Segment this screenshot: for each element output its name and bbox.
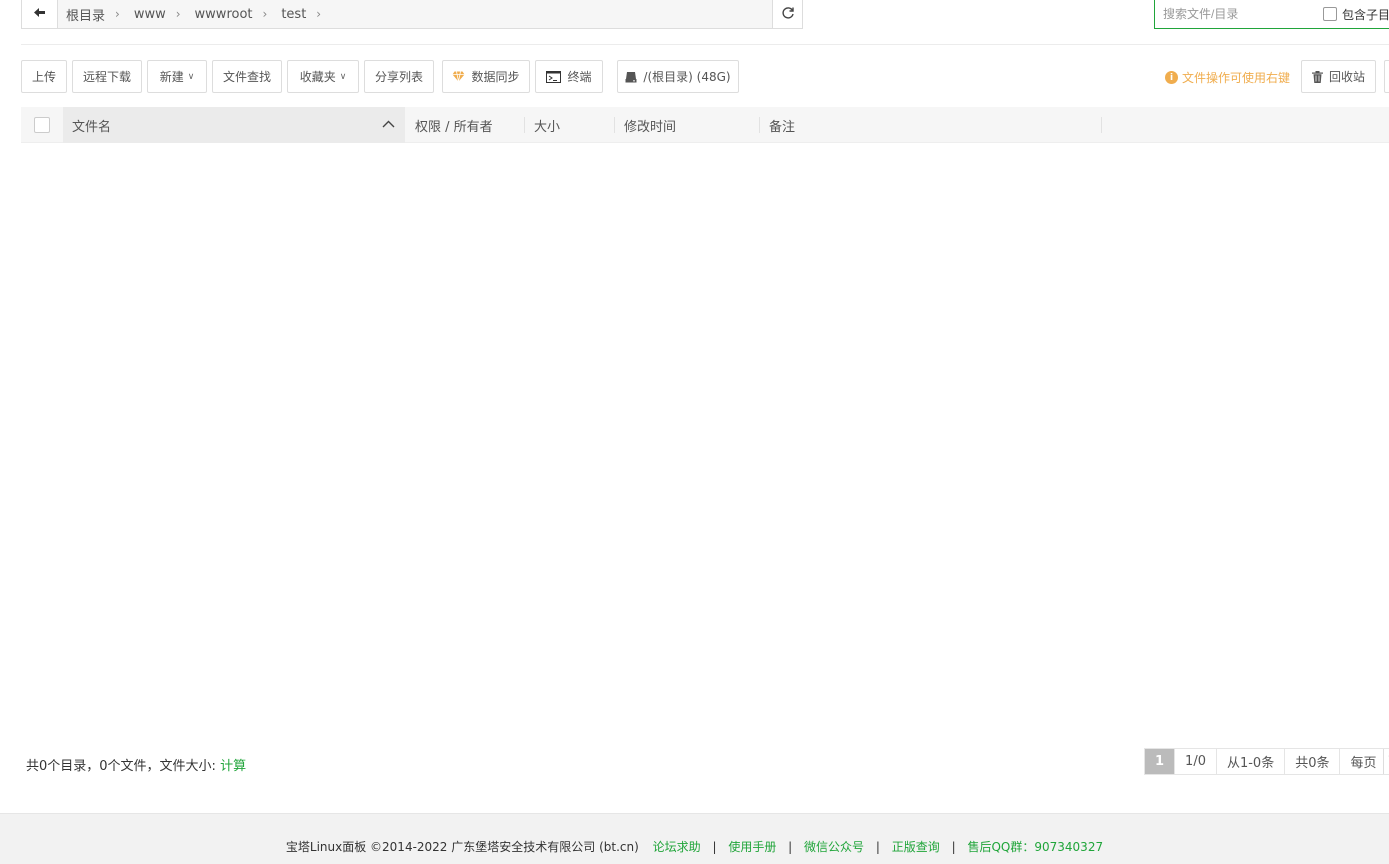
breadcrumb-test[interactable]: test › — [281, 7, 321, 22]
footer-separator: | — [951, 840, 956, 854]
new-button[interactable]: 新建 ∨ — [147, 60, 207, 93]
breadcrumb: 根目录 › www › wwwroot › test › — [58, 0, 772, 28]
chevron-right-icon: › — [262, 7, 268, 21]
arrow-left-icon — [33, 7, 46, 21]
footer-separator: | — [712, 840, 717, 854]
share-list-button[interactable]: 分享列表 — [364, 60, 434, 93]
recycle-bin-button[interactable]: 回收站 — [1301, 60, 1376, 93]
manual-link[interactable]: 使用手册 — [728, 840, 776, 854]
site-footer: 宝塔Linux面板 ©2014-2022 广东堡塔安全技术有限公司 (bt.cn… — [0, 838, 1389, 855]
column-header-permission[interactable]: 权限 / 所有者 — [415, 107, 493, 143]
file-search-box: 包含子目 — [1154, 0, 1389, 29]
per-page-selector[interactable]: 每页 10 — [1340, 749, 1389, 774]
copyright-text: 宝塔Linux面板 ©2014-2022 广东堡塔安全技术有限公司 (bt.cn… — [285, 840, 639, 854]
breadcrumb-wwwroot[interactable]: wwwroot › — [195, 7, 268, 22]
column-header-size[interactable]: 大小 — [534, 107, 560, 143]
favorites-button[interactable]: 收藏夹 ∨ — [287, 60, 359, 93]
column-separator — [524, 117, 525, 133]
upload-button[interactable]: 上传 — [21, 60, 67, 93]
calculate-size-link[interactable]: 计算 — [220, 759, 246, 774]
page-range: 从1-0条 — [1216, 749, 1286, 774]
file-search-button[interactable]: 文件查找 — [212, 60, 282, 93]
refresh-button[interactable] — [772, 0, 802, 28]
column-header-mtime[interactable]: 修改时间 — [624, 107, 676, 143]
search-input[interactable] — [1155, 1, 1323, 27]
column-separator — [1101, 117, 1102, 133]
right-click-tip: i 文件操作可使用右键 — [1165, 69, 1290, 86]
divider — [21, 44, 1389, 45]
terminal-icon — [546, 70, 562, 83]
chevron-down-icon: ∨ — [339, 71, 347, 82]
page-count: 1/0 — [1175, 749, 1217, 774]
column-separator — [614, 117, 615, 133]
page-total: 共0条 — [1285, 749, 1341, 774]
select-all-checkbox[interactable] — [34, 117, 50, 133]
info-icon: i — [1165, 71, 1178, 84]
wechat-link[interactable]: 微信公众号 — [804, 840, 864, 854]
per-page-value[interactable]: 10 — [1382, 749, 1389, 774]
file-table-body — [21, 143, 1389, 733]
checkbox-icon — [1323, 7, 1337, 21]
file-table-header: 文件名 权限 / 所有者 大小 修改时间 备注 — [21, 107, 1389, 143]
chevron-right-icon: › — [316, 7, 322, 21]
footer-separator: | — [788, 840, 793, 854]
column-header-name[interactable]: 文件名 — [63, 107, 405, 143]
chevron-right-icon: › — [115, 7, 120, 21]
pagination: 1 1/0 从1-0条 共0条 每页 10 — [1144, 748, 1389, 775]
terminal-button[interactable]: 终端 — [535, 60, 603, 93]
refresh-icon — [781, 6, 795, 23]
more-button[interactable] — [1384, 60, 1389, 93]
sort-ascending-icon[interactable] — [382, 117, 395, 132]
breadcrumb-www[interactable]: www › — [134, 7, 181, 22]
path-bar: 根目录 › www › wwwroot › test › — [21, 0, 803, 29]
include-subdir-checkbox[interactable]: 包含子目 — [1323, 6, 1389, 23]
data-sync-button[interactable]: 数据同步 — [442, 60, 530, 93]
chevron-right-icon: › — [175, 7, 181, 21]
breadcrumb-root[interactable]: 根目录 › — [66, 5, 120, 24]
forum-link[interactable]: 论坛求助 — [653, 840, 701, 854]
file-summary: 共0个目录，0个文件，文件大小: 计算 — [26, 759, 247, 774]
qq-group-link[interactable]: 售后QQ群：907340327 — [967, 840, 1103, 854]
remote-download-button[interactable]: 远程下载 — [72, 60, 142, 93]
footer-separator: | — [875, 840, 880, 854]
chevron-down-icon: ∨ — [187, 71, 195, 82]
page-current[interactable]: 1 — [1145, 749, 1176, 774]
diamond-icon — [452, 71, 465, 82]
trash-icon — [1311, 70, 1323, 83]
disk-button[interactable]: /(根目录) (48G) — [617, 60, 739, 93]
column-header-remark[interactable]: 备注 — [769, 107, 795, 143]
license-link[interactable]: 正版查询 — [892, 840, 940, 854]
file-manager-panel: 根目录› www› wwwroot› test› 包含子目 上传 远程下载 新建… — [0, 0, 1389, 814]
column-separator — [759, 117, 760, 133]
hard-drive-icon — [625, 71, 637, 83]
back-button[interactable] — [22, 0, 58, 28]
